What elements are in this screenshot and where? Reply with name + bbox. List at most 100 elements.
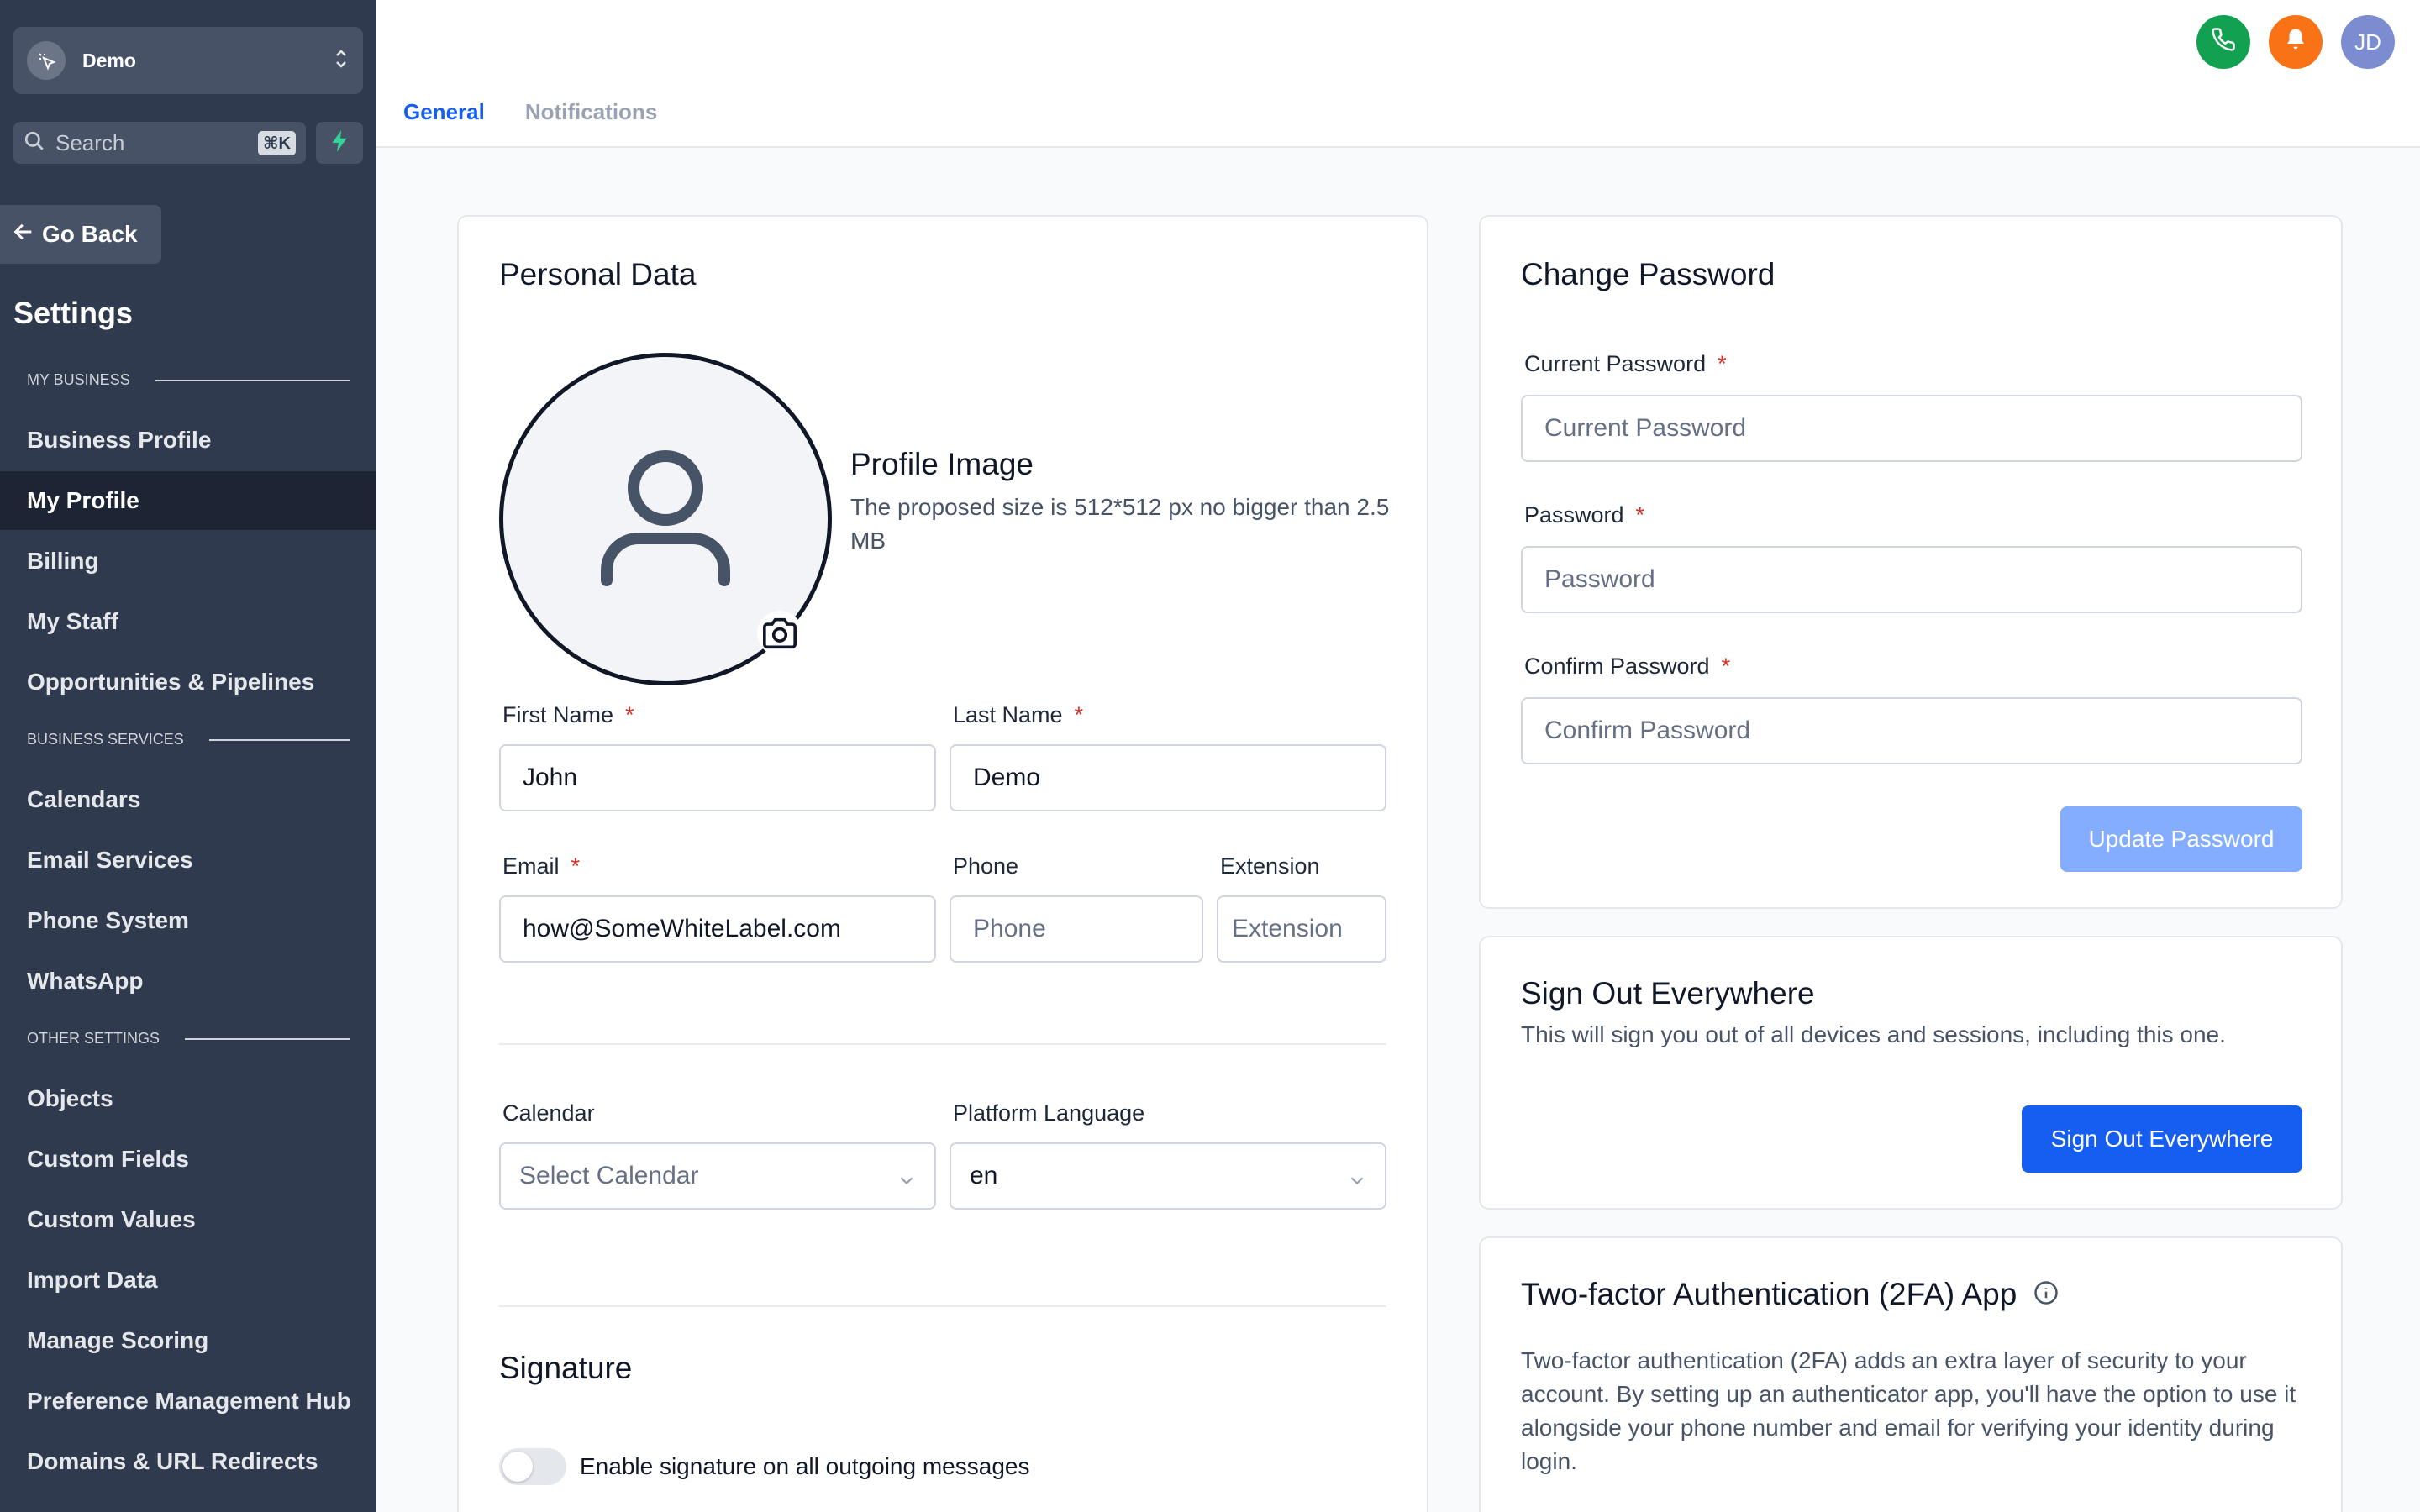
notifications-button[interactable] [2269,15,2323,69]
search-shortcut: ⌘K [258,130,296,155]
personal-data-card: Personal Data Profile Image The proposed… [457,215,1428,1512]
divider [499,1043,1386,1045]
section-other-settings: OTHER SETTINGS [27,1030,350,1047]
label-text: Email [502,853,560,879]
first-name-field[interactable]: John [499,744,936,811]
profile-image-hint: The proposed size is 512*512 px no bigge… [850,494,1390,554]
sidebar: Demo Search ⌘K Go Back Settings MY BUSIN… [0,0,376,1512]
calendar-label: Calendar [502,1100,595,1126]
language-select-value: en [970,1162,998,1189]
sidebar-item-business-profile[interactable]: Business Profile [0,411,376,470]
search-icon [24,130,45,156]
pointer-icon [27,41,66,80]
sidebar-item-objects[interactable]: Objects [0,1069,376,1128]
search-placeholder: Search [55,129,125,155]
section-label: MY BUSINESS [27,371,130,388]
sidebar-item-preference-hub[interactable]: Preference Management Hub [0,1372,376,1431]
current-password-field[interactable]: Current Password [1521,395,2302,462]
signature-toggle[interactable] [499,1448,566,1485]
required-mark: * [1721,654,1731,679]
camera-icon[interactable] [757,611,802,656]
search-input[interactable]: Search ⌘K [13,122,306,164]
sign-out-card: Sign Out Everywhere This will sign you o… [1479,936,2343,1210]
divider [185,1037,350,1040]
tab-notifications[interactable]: Notifications [525,99,657,125]
account-switcher[interactable]: Demo [13,27,363,94]
sidebar-item-manage-scoring[interactable]: Manage Scoring [0,1311,376,1370]
sign-out-everywhere-button[interactable]: Sign Out Everywhere [2022,1105,2302,1173]
top-bar: JD General Notifications [376,0,2420,148]
profile-image-upload[interactable] [499,353,832,685]
go-back-label: Go Back [42,221,138,247]
chevron-down-icon [1348,1168,1366,1196]
sidebar-item-phone-system[interactable]: Phone System [0,891,376,950]
label-text: Current Password [1524,351,1707,376]
sidebar-item-my-profile[interactable]: My Profile [0,471,376,530]
personal-data-title: Personal Data [499,257,697,291]
sidebar-item-opportunities[interactable]: Opportunities & Pipelines [0,653,376,711]
signature-title: Signature [499,1351,633,1385]
tabs: General Notifications [403,99,657,125]
required-mark: * [1718,351,1727,376]
settings-title: Settings [13,296,134,330]
sidebar-item-calendars[interactable]: Calendars [0,770,376,829]
sidebar-item-whatsapp[interactable]: WhatsApp [0,952,376,1011]
required-mark: * [1635,502,1645,528]
signature-toggle-label: Enable signature on all outgoing message… [580,1453,1030,1479]
required-mark: * [625,702,634,727]
section-label: BUSINESS SERVICES [27,731,184,748]
language-select[interactable]: en [950,1142,1386,1210]
label-text: Confirm Password [1524,654,1710,679]
email-label: Email * [502,853,580,879]
lightning-icon [329,129,350,158]
sidebar-item-custom-values[interactable]: Custom Values [0,1190,376,1249]
sidebar-item-import-data[interactable]: Import Data [0,1251,376,1310]
bell-icon [2283,27,2308,58]
quick-action-button[interactable] [316,122,363,164]
current-password-label: Current Password * [1524,351,1727,377]
update-password-button[interactable]: Update Password [2060,806,2302,872]
profile-image-title: Profile Image [850,447,1034,481]
calendar-select[interactable]: Select Calendar [499,1142,936,1210]
phone-button[interactable] [2196,15,2250,69]
password-field[interactable]: Password [1521,546,2302,613]
sidebar-item-custom-fields[interactable]: Custom Fields [0,1130,376,1189]
sidebar-item-my-staff[interactable]: My Staff [0,592,376,651]
go-back-button[interactable]: Go Back [0,205,161,264]
sidebar-item-domains[interactable]: Domains & URL Redirects [0,1432,376,1491]
tab-general[interactable]: General [403,99,485,125]
divider [499,1305,1386,1307]
required-mark: * [571,853,581,879]
info-icon[interactable] [2033,1280,2059,1310]
sidebar-item-email-services[interactable]: Email Services [0,831,376,890]
language-label: Platform Language [953,1100,1145,1126]
sidebar-item-billing[interactable]: Billing [0,532,376,591]
phone-field[interactable]: Phone [950,895,1203,963]
calendar-select-value: Select Calendar [519,1162,699,1189]
label-text: Last Name [953,702,1063,727]
required-mark: * [1074,702,1084,727]
toggle-knob [502,1452,533,1482]
section-my-business: MY BUSINESS [27,371,350,389]
two-factor-title: Two-factor Authentication (2FA) App [1521,1277,2018,1311]
change-password-card: Change Password Current Password * Curren… [1479,215,2343,909]
confirm-password-label: Confirm Password * [1524,654,1730,680]
extension-field[interactable]: Extension [1217,895,1386,963]
phone-icon [2211,27,2236,58]
divider [208,738,350,741]
confirm-password-field[interactable]: Confirm Password [1521,697,2302,764]
avatar[interactable]: JD [2341,15,2395,69]
email-field[interactable]: how@SomeWhiteLabel.com [499,895,936,963]
extension-label: Extension [1220,853,1320,879]
section-label: OTHER SETTINGS [27,1030,160,1047]
divider [155,379,350,381]
phone-label: Phone [953,853,1019,879]
two-factor-card: Two-factor Authentication (2FA) App Two-… [1479,1236,2343,1512]
section-business-services: BUSINESS SERVICES [27,731,350,748]
two-factor-header: Two-factor Authentication (2FA) App [1521,1277,2059,1312]
sign-out-description: This will sign you out of all devices an… [1521,1021,2226,1047]
user-icon [598,446,733,593]
last-name-label: Last Name * [953,702,1083,728]
last-name-field[interactable]: Demo [950,744,1386,811]
account-name: Demo [82,49,136,71]
